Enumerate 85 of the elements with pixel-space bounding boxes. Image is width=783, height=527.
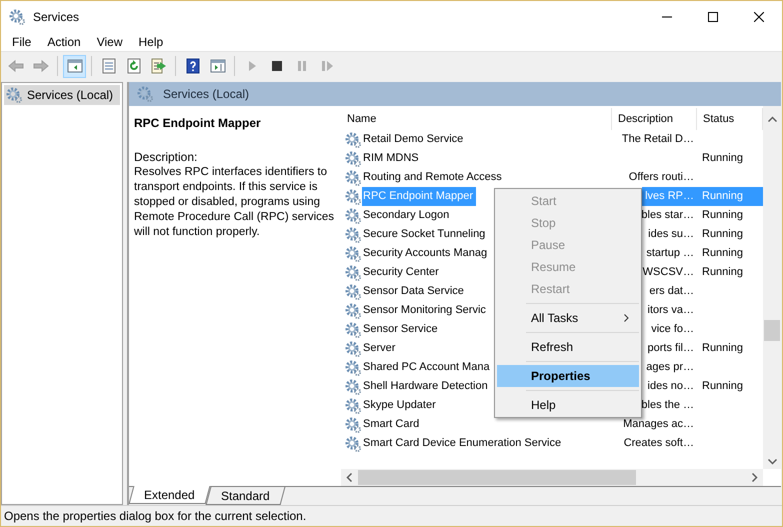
table-cell[interactable]: ages pr… [643, 358, 696, 377]
gear-icon [345, 188, 361, 204]
services-gear-icon [9, 8, 25, 24]
column-header[interactable]: Description [612, 108, 697, 130]
gear-icon [345, 340, 361, 356]
table-cell[interactable]: The Retail D… [618, 130, 696, 149]
menu-item[interactable]: Refresh [497, 336, 639, 358]
gear-icon [137, 86, 153, 102]
table-cell[interactable]: bles the … [638, 396, 696, 415]
table-cell[interactable]: WSCSV… [640, 263, 696, 282]
table-cell[interactable]: Creates soft… [620, 434, 696, 453]
table-cell[interactable]: ides no… [644, 377, 696, 396]
gear-icon [345, 302, 361, 318]
menu-item[interactable]: Help [130, 32, 172, 50]
menu-item[interactable]: Properties [497, 365, 639, 387]
table-cell[interactable]: Smart Card Device Enumeration Service [362, 434, 564, 453]
table-cell[interactable]: Running [696, 149, 763, 168]
table-cell[interactable]: ports fil… [644, 339, 696, 358]
description-label: Description: [134, 150, 198, 165]
menu-item[interactable]: View [88, 32, 130, 50]
gear-icon [345, 170, 361, 186]
table-cell[interactable]: Running [696, 339, 763, 358]
gear-icon [345, 378, 361, 394]
table-cell[interactable]: Manages ac… [620, 415, 696, 434]
gear-icon [345, 264, 361, 280]
scroll-down-icon[interactable] [768, 459, 776, 465]
table-cell[interactable]: Shared PC Account Mana [362, 358, 493, 377]
table-cell[interactable]: Running [696, 225, 763, 244]
table-cell[interactable]: Running [696, 377, 763, 396]
table-cell[interactable]: Routing and Remote Access [362, 168, 505, 187]
table-cell[interactable]: ers dat… [646, 282, 696, 301]
menu-item[interactable]: Action [39, 32, 89, 50]
table-cell[interactable]: Sensor Data Service [362, 282, 467, 301]
table-cell[interactable]: Running [696, 206, 763, 225]
table-cell[interactable]: Retail Demo Service [362, 130, 466, 149]
gear-icon [345, 416, 361, 432]
scroll-thumb[interactable] [358, 470, 636, 485]
table-cell[interactable]: Security Accounts Manag [362, 244, 490, 263]
table-cell[interactable]: Sensor Service [362, 320, 441, 339]
table-cell[interactable]: itors va… [644, 301, 696, 320]
menu-item[interactable]: Help [497, 394, 639, 416]
scroll-up-icon[interactable] [768, 116, 776, 122]
gear-icon [345, 322, 361, 338]
description-text: Resolves RPC interfaces identifiers to transport endpoints. If this service is stopped or disabled, programs using Remote Procedure Call (RPC) services will not function properly. [134, 165, 336, 240]
table-cell[interactable]: Smart Card [362, 415, 422, 434]
vertical-scrollbar[interactable] [763, 106, 781, 469]
menu-item[interactable]: All Tasks [497, 307, 639, 329]
service-name: RPC Endpoint Mapper [134, 115, 262, 132]
tab[interactable]: Standard [205, 487, 285, 505]
menu-item[interactable]: File [4, 32, 40, 50]
pane-icon[interactable] [63, 54, 86, 78]
gear-icon [345, 208, 361, 224]
table-cell[interactable]: RIM MDNS [362, 149, 422, 168]
table-cell[interactable]: bles star… [638, 206, 696, 225]
horizontal-scrollbar[interactable] [341, 469, 763, 486]
table-cell[interactable]: Sensor Monitoring Servic [362, 301, 489, 320]
gear-icon [345, 226, 361, 242]
table-cell[interactable]: Offers routi… [626, 168, 696, 187]
table-cell[interactable]: Server [362, 339, 398, 358]
gear-icon [345, 284, 361, 300]
table-cell[interactable]: Security Center [362, 263, 442, 282]
table-cell[interactable]: Running [696, 244, 763, 263]
scroll-left-icon[interactable] [346, 473, 352, 482]
column-header[interactable]: Name [341, 108, 612, 130]
gear-icon [345, 246, 361, 262]
gear-icon [345, 360, 361, 376]
gear-icon [345, 436, 361, 452]
tab[interactable]: Extended [128, 486, 210, 504]
gear-icon [6, 87, 22, 103]
table-cell[interactable]: Secure Socket Tunneling [362, 225, 488, 244]
table-cell[interactable]: vice fo… [648, 320, 696, 339]
gear-icon [345, 398, 361, 414]
table-cell[interactable]: Skype Updater [362, 396, 439, 415]
tree-item[interactable]: Services (Local) [4, 85, 120, 105]
window-title: Services [33, 8, 80, 26]
table-cell[interactable]: Shell Hardware Detection [362, 377, 491, 396]
table-cell[interactable]: Secondary Logon [362, 206, 452, 225]
table-cell[interactable]: ides su… [645, 225, 696, 244]
scroll-right-icon[interactable] [752, 473, 758, 482]
gear-icon [345, 132, 361, 148]
scroll-thumb[interactable] [764, 320, 780, 341]
panel-title: Services (Local) [163, 86, 250, 103]
table-cell[interactable]: startup … [643, 244, 696, 263]
gear-icon [345, 150, 361, 166]
table-cell[interactable]: Running [696, 263, 763, 282]
